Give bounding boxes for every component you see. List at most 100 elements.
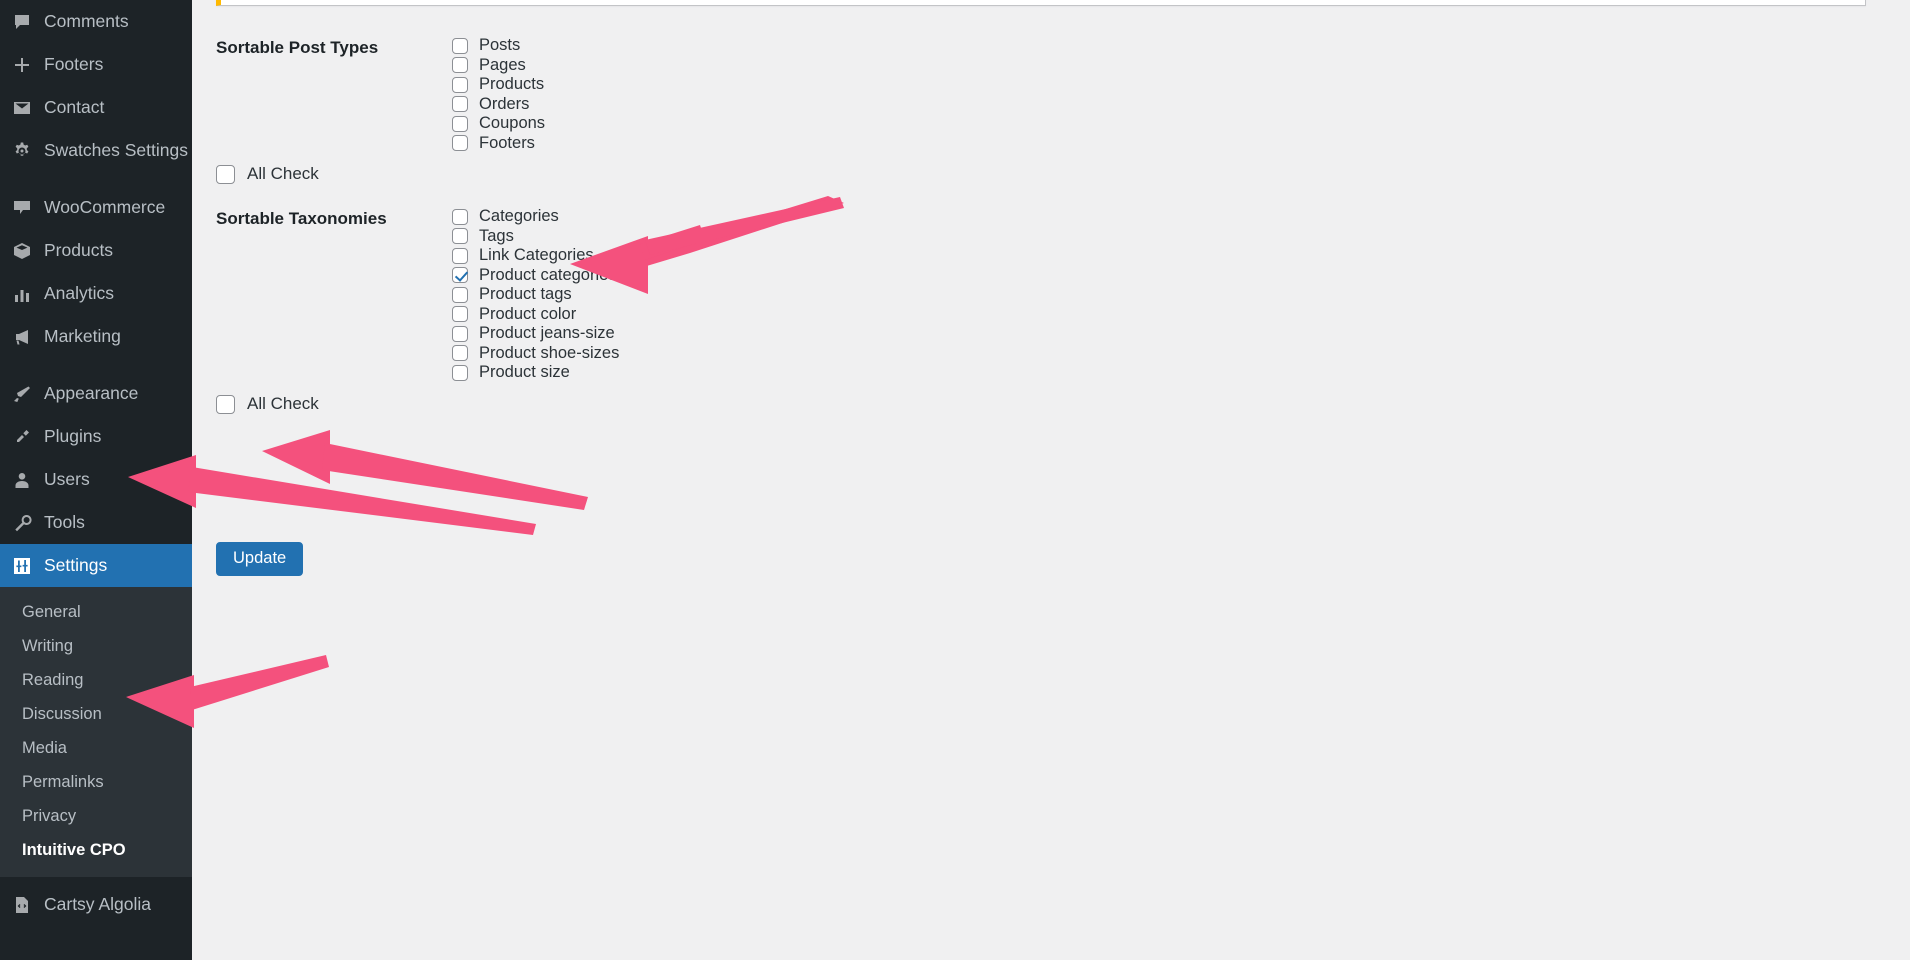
sidebar-item-woocommerce[interactable]: WooCommerce <box>0 186 192 229</box>
taxonomy-option[interactable]: Product tags <box>452 285 619 305</box>
comments-icon <box>4 12 40 32</box>
submenu-item-intuitive-cpo[interactable]: Intuitive CPO <box>0 833 192 867</box>
checkbox-label: Product jeans-size <box>468 324 615 343</box>
sidebar-item-label: Marketing <box>40 326 121 347</box>
checkbox-unchecked[interactable] <box>216 395 235 414</box>
checkbox-unchecked[interactable] <box>452 365 468 381</box>
admin-sidebar: Comments Footers Contact Swatches Settings W… <box>0 0 192 960</box>
sidebar-item-label: Plugins <box>40 426 101 447</box>
checkbox-label: Product shoe-sizes <box>468 344 619 363</box>
post-type-option[interactable]: Pages <box>452 56 545 76</box>
submenu-item-media[interactable]: Media <box>0 731 192 765</box>
sidebar-item-label: Comments <box>40 11 129 32</box>
sidebar-item-label: WooCommerce <box>40 197 165 218</box>
post-type-option[interactable]: Orders <box>452 95 545 115</box>
settings-submenu: GeneralWritingReadingDiscussionMediaPerm… <box>0 587 192 877</box>
sidebar-item-footers[interactable]: Footers <box>0 43 192 86</box>
checkbox-unchecked[interactable] <box>452 116 468 132</box>
checkbox-unchecked[interactable] <box>452 209 468 225</box>
taxonomy-option[interactable]: Product categories <box>452 266 619 286</box>
checkbox-unchecked[interactable] <box>216 165 235 184</box>
taxonomy-option[interactable]: Product size <box>452 363 619 383</box>
sidebar-item-appearance[interactable]: Appearance <box>0 372 192 415</box>
sidebar-item-swatches-settings[interactable]: Swatches Settings <box>0 129 192 172</box>
megaphone-icon <box>4 327 40 347</box>
checkbox-checked[interactable] <box>452 267 468 283</box>
post-type-option[interactable]: Footers <box>452 134 545 154</box>
checkbox-unchecked[interactable] <box>452 57 468 73</box>
gear-icon <box>4 141 40 161</box>
submenu-item-permalinks[interactable]: Permalinks <box>0 765 192 799</box>
sidebar-item-label: Analytics <box>40 283 114 304</box>
sidebar-item-label: Swatches Settings <box>40 140 188 161</box>
sidebar-item-label: Products <box>40 240 113 261</box>
sidebar-item-label: Settings <box>40 555 107 576</box>
sidebar-item-analytics[interactable]: Analytics <box>0 272 192 315</box>
taxonomy-option[interactable]: Categories <box>452 207 619 227</box>
sidebar-item-users[interactable]: Users <box>0 458 192 501</box>
checkbox-unchecked[interactable] <box>452 135 468 151</box>
submenu-item-discussion[interactable]: Discussion <box>0 697 192 731</box>
checkbox-unchecked[interactable] <box>452 306 468 322</box>
menu-separator <box>0 358 192 372</box>
sidebar-item-label: Appearance <box>40 383 138 404</box>
box-icon <box>4 241 40 261</box>
checkbox-unchecked[interactable] <box>452 345 468 361</box>
sidebar-item-cartsy-algolia[interactable]: Cartsy Algolia <box>0 883 192 926</box>
woo-icon <box>4 198 40 218</box>
checkbox-label: Orders <box>468 95 529 114</box>
sidebar-item-marketing[interactable]: Marketing <box>0 315 192 358</box>
checkbox-unchecked[interactable] <box>452 96 468 112</box>
post-types-all-check-label: All Check <box>235 164 319 184</box>
sortable-post-types-label: Sortable Post Types <box>216 36 456 153</box>
checkbox-label: Link Categories <box>468 246 594 265</box>
checkbox-unchecked[interactable] <box>452 77 468 93</box>
menu-separator <box>0 172 192 186</box>
checkbox-label: Tags <box>468 227 514 246</box>
checkbox-unchecked[interactable] <box>452 248 468 264</box>
sortable-post-types-row: Sortable Post Types PostsPagesProductsOr… <box>216 36 545 153</box>
submenu-item-general[interactable]: General <box>0 595 192 629</box>
post-type-option[interactable]: Products <box>452 75 545 95</box>
sidebar-item-label: Contact <box>40 97 104 118</box>
taxonomies-all-check-label: All Check <box>235 394 319 414</box>
submenu-item-writing[interactable]: Writing <box>0 629 192 663</box>
checkbox-label: Product color <box>468 305 576 324</box>
envelope-icon <box>4 98 40 118</box>
sidebar-item-settings[interactable]: Settings <box>0 544 192 587</box>
post-type-option[interactable]: Coupons <box>452 114 545 134</box>
wrench-icon <box>4 513 40 533</box>
checkbox-unchecked[interactable] <box>452 228 468 244</box>
submenu-item-privacy[interactable]: Privacy <box>0 799 192 833</box>
post-types-all-check[interactable]: All Check <box>216 164 319 184</box>
taxonomy-option[interactable]: Link Categories <box>452 246 619 266</box>
checkbox-unchecked[interactable] <box>452 287 468 303</box>
taxonomy-option[interactable]: Product jeans-size <box>452 324 619 344</box>
post-type-option[interactable]: Posts <box>452 36 545 56</box>
bar-chart-icon <box>4 284 40 304</box>
sidebar-item-plugins[interactable]: Plugins <box>0 415 192 458</box>
admin-notice <box>216 0 1866 6</box>
submenu-item-reading[interactable]: Reading <box>0 663 192 697</box>
checkbox-unchecked[interactable] <box>452 38 468 54</box>
sidebar-item-contact[interactable]: Contact <box>0 86 192 129</box>
sidebar-item-label: Cartsy Algolia <box>40 894 151 915</box>
sidebar-item-label: Footers <box>40 54 103 75</box>
plus-icon <box>4 55 40 75</box>
taxonomy-option[interactable]: Product shoe-sizes <box>452 344 619 364</box>
taxonomy-option[interactable]: Tags <box>452 227 619 247</box>
sliders-icon <box>4 556 40 576</box>
update-button[interactable]: Update <box>216 542 303 576</box>
checkbox-label: Pages <box>468 56 526 75</box>
sidebar-item-comments[interactable]: Comments <box>0 0 192 43</box>
sortable-taxonomies-label: Sortable Taxonomies <box>216 207 456 383</box>
taxonomy-option[interactable]: Product color <box>452 305 619 325</box>
taxonomies-all-check[interactable]: All Check <box>216 394 319 414</box>
sidebar-item-products[interactable]: Products <box>0 229 192 272</box>
sidebar-item-tools[interactable]: Tools <box>0 501 192 544</box>
paintbrush-icon <box>4 384 40 404</box>
checkbox-unchecked[interactable] <box>452 326 468 342</box>
checkbox-label: Posts <box>468 36 520 55</box>
plug-icon <box>4 427 40 447</box>
settings-content-area: Sortable Post Types PostsPagesProductsOr… <box>192 0 1910 960</box>
